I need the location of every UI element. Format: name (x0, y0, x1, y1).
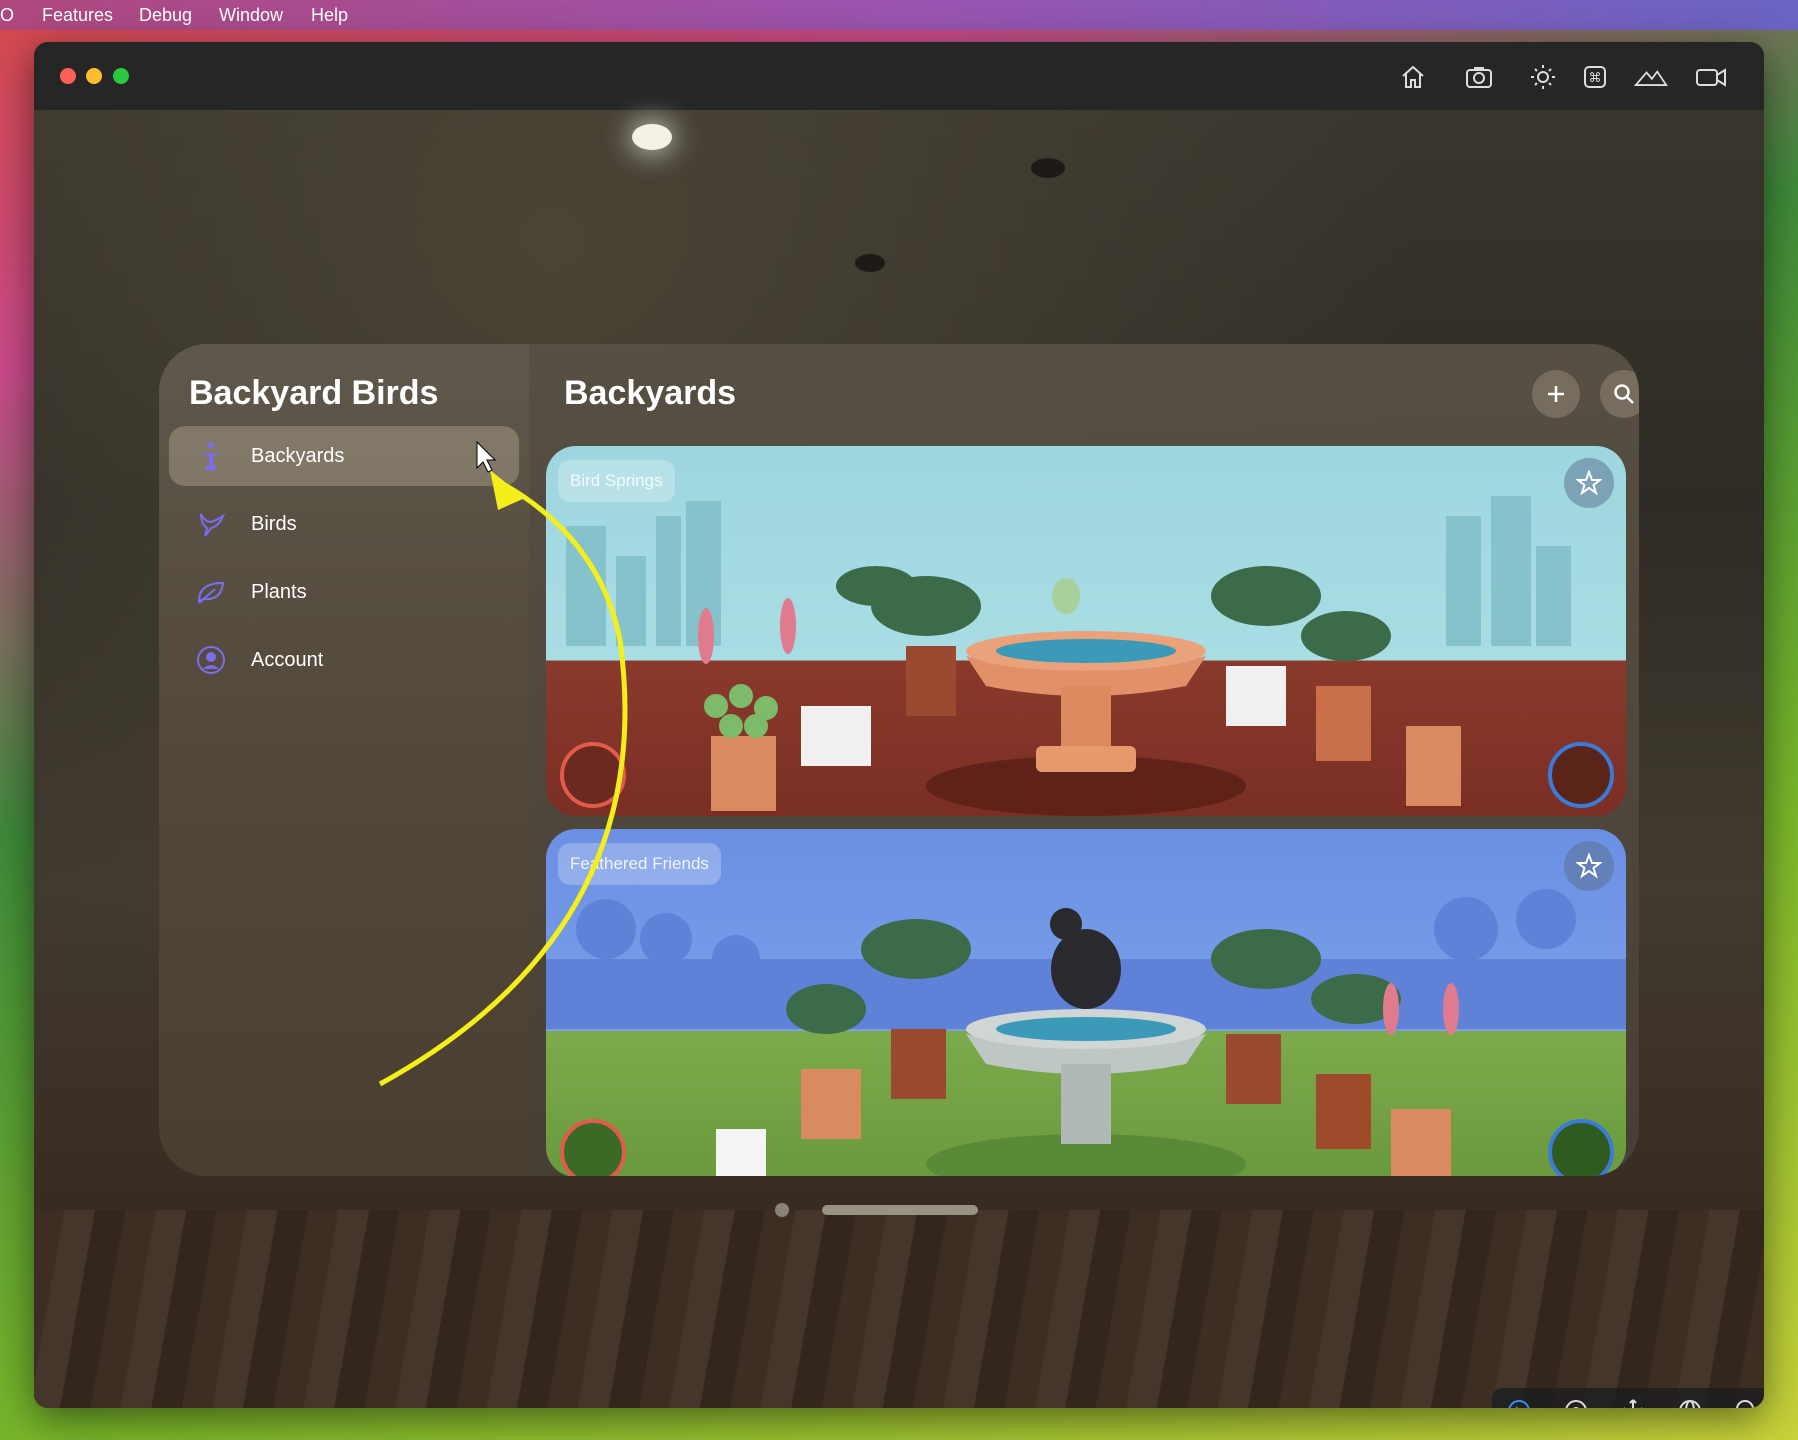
menu-app[interactable]: O (0, 5, 14, 26)
app-window: Backyard Birds Backyards Birds Plants Ac… (159, 344, 1639, 1176)
favorite-button[interactable] (1564, 458, 1614, 508)
water-drop-icon (1548, 742, 1614, 808)
backyard-illustration (566, 496, 1571, 816)
brightness-icon[interactable] (1526, 60, 1560, 94)
sidebar: Backyard Birds Backyards Birds Plants Ac… (159, 344, 529, 1176)
simulator-window: ⌘ Backyard Birds Backyards Birds Plants … (34, 42, 1764, 1408)
menu-debug[interactable]: Debug (139, 5, 192, 26)
zoom-icon[interactable] (1732, 1396, 1762, 1408)
sidebar-item-label: Plants (251, 580, 307, 603)
backyard-name-badge: Feathered Friends (558, 843, 721, 885)
bird-icon (193, 506, 229, 542)
menu-help[interactable]: Help (311, 5, 348, 26)
leaf-icon (193, 574, 229, 610)
move-icon[interactable] (1618, 1396, 1648, 1408)
backyard-name-badge: Bird Springs (558, 460, 675, 502)
search-button[interactable] (1600, 370, 1639, 418)
sidebar-item-label: Backyards (251, 444, 345, 467)
zoom-button[interactable] (113, 68, 129, 84)
command-icon[interactable]: ⌘ (1578, 60, 1612, 94)
add-button[interactable] (1532, 370, 1580, 418)
ceiling-light (1031, 158, 1065, 178)
screenshot-icon[interactable] (1462, 60, 1496, 94)
sidebar-item-birds[interactable]: Birds (169, 494, 519, 554)
star-icon (1576, 470, 1602, 496)
wood-floor (34, 1210, 1764, 1408)
backyard-card[interactable]: Feathered Friends (546, 829, 1626, 1176)
ceiling-light (855, 254, 885, 272)
backyard-card[interactable]: Bird Springs (546, 446, 1626, 816)
window-grab-bar[interactable] (822, 1205, 978, 1215)
svg-text:⌘: ⌘ (1589, 71, 1602, 86)
app-title: Backyard Birds (189, 374, 439, 412)
record-video-icon[interactable] (1694, 60, 1728, 94)
page-title: Backyards (564, 374, 737, 412)
window-position-dot[interactable] (775, 1203, 789, 1217)
home-icon[interactable] (1396, 60, 1430, 94)
title-bar: ⌘ (34, 42, 1764, 110)
water-drop-icon (1548, 1119, 1614, 1176)
favorite-button[interactable] (1564, 841, 1614, 891)
menu-window[interactable]: Window (219, 5, 283, 26)
plus-icon (1548, 386, 1564, 402)
focus-icon[interactable] (1561, 1396, 1591, 1408)
sidebar-item-account[interactable]: Account (169, 630, 519, 690)
minimize-button[interactable] (86, 68, 102, 84)
star-icon (1576, 853, 1602, 879)
sidebar-item-plants[interactable]: Plants (169, 562, 519, 622)
backyard-birdbath-icon (193, 438, 229, 474)
sidebar-item-label: Birds (251, 512, 297, 535)
close-button[interactable] (60, 68, 76, 84)
sidebar-item-label: Account (251, 648, 324, 671)
select-pointer-icon[interactable] (1504, 1396, 1534, 1408)
menu-bar: O Features Debug Window Help (0, 0, 1798, 30)
orbit-icon[interactable] (1675, 1396, 1705, 1408)
sidebar-item-backyards[interactable]: Backyards (169, 426, 519, 486)
person-circle-icon (193, 642, 229, 678)
menu-features[interactable]: Features (42, 5, 113, 26)
search-icon (1614, 384, 1634, 404)
seeds-icon (560, 742, 626, 808)
landscape-icon[interactable] (1634, 60, 1668, 94)
food-icon (560, 1119, 626, 1176)
ceiling-light (632, 124, 672, 150)
interaction-toolbar (1492, 1388, 1764, 1408)
